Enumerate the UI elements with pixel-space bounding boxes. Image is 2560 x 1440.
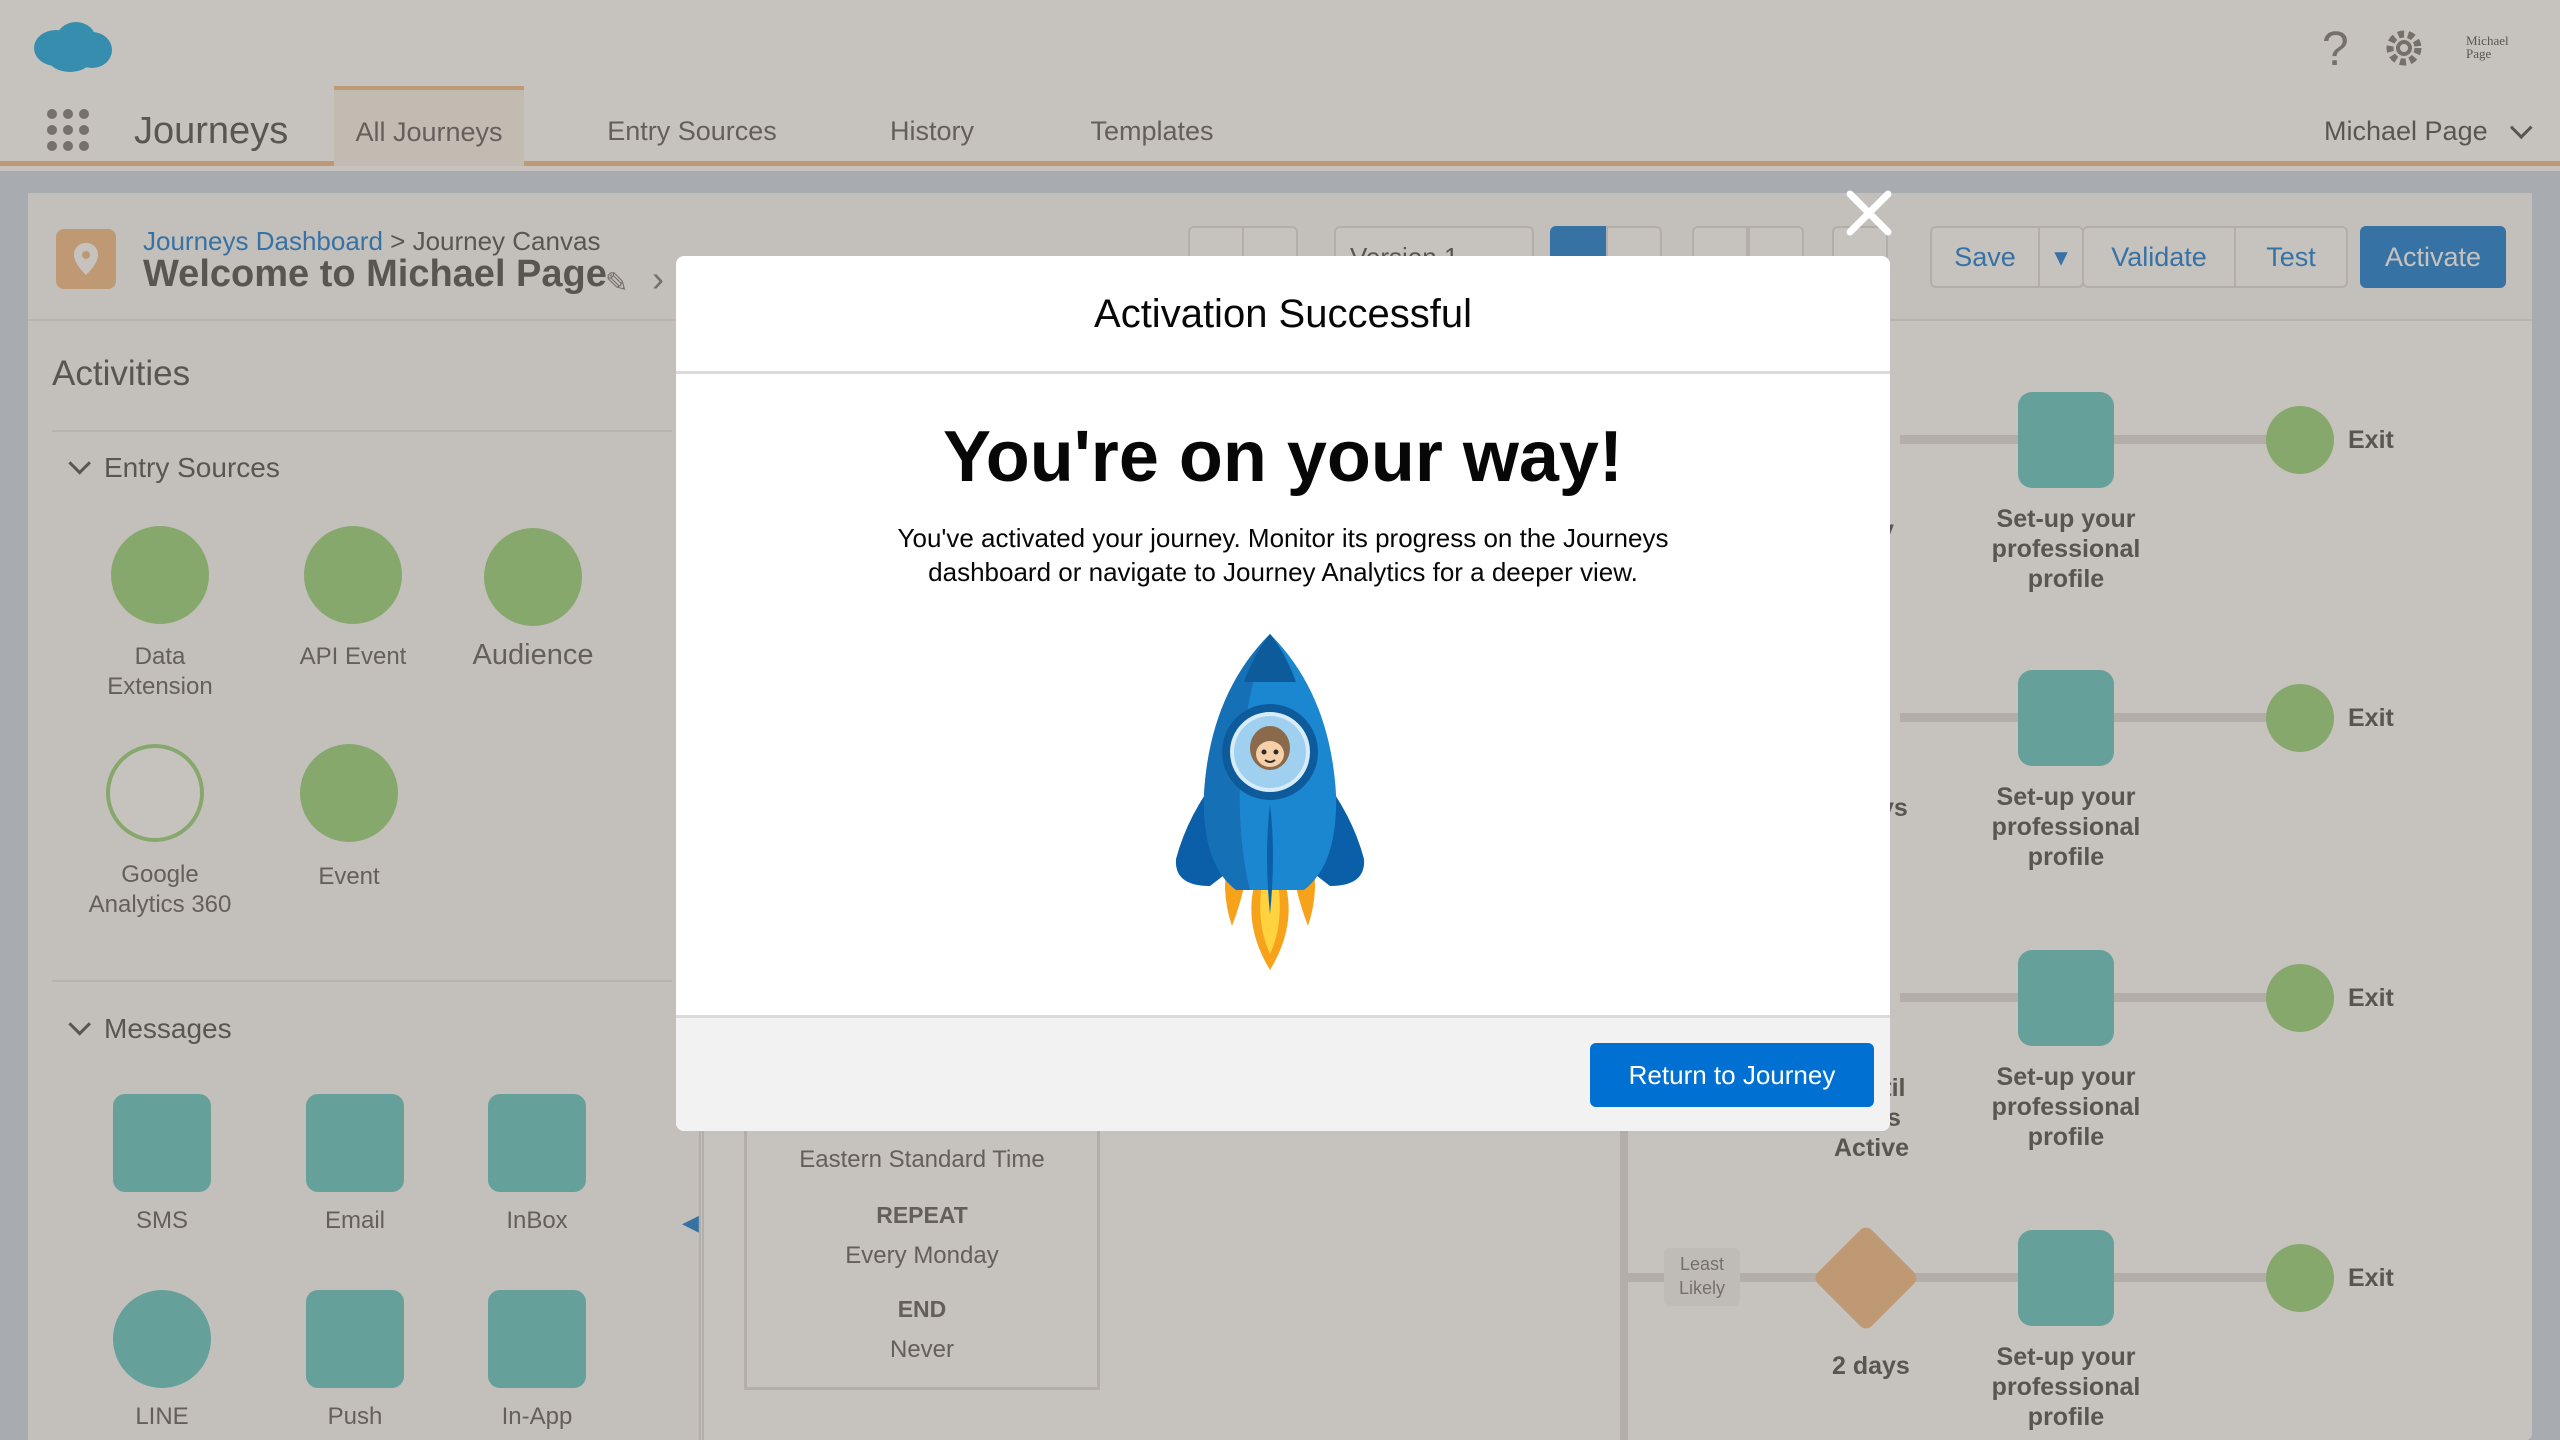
close-icon[interactable] <box>1844 188 1894 238</box>
return-to-journey-button[interactable]: Return to Journey <box>1590 1043 1874 1107</box>
modal-body-line: dashboard or navigate to Journey Analyti… <box>928 557 1638 587</box>
activation-modal: Activation Successful You're on your way… <box>676 256 1890 1131</box>
modal-body: You've activated your journey. Monitor i… <box>676 521 1890 589</box>
modal-headline: You're on your way! <box>943 417 1623 497</box>
modal-body-line: You've activated your journey. Monitor i… <box>897 523 1669 553</box>
modal-title: Activation Successful <box>676 256 1890 374</box>
rocket-astro-illustration <box>1175 634 1365 970</box>
